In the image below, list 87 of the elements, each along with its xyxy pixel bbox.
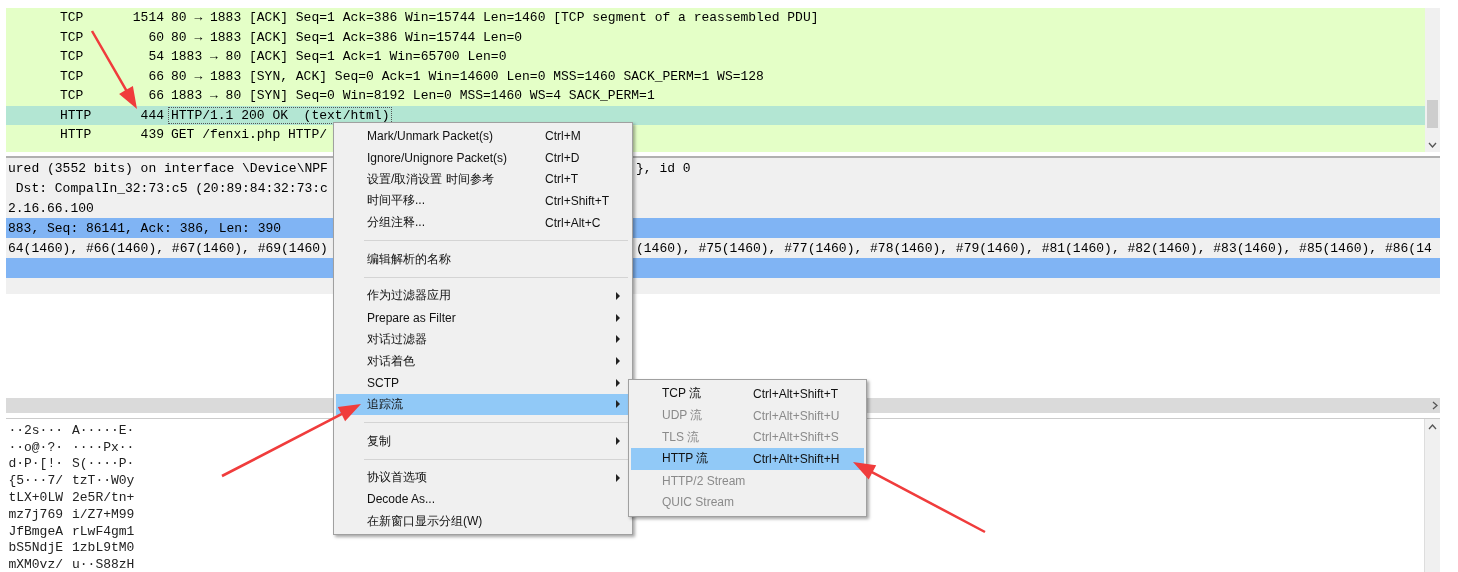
info-cell-text: 80 → 1883 [SYN, ACK] Seq=0 Ack=1 Win=14600 Len=0 MSS=1460 SACK_PERM=1 WS=128 <box>170 67 765 85</box>
length-cell-text: 60 <box>147 29 164 45</box>
menu-item-label: 协议首选项 <box>367 469 427 487</box>
protocol-cell-text: TCP <box>59 29 85 45</box>
info-cell-text: GET /fenxi.php HTTP/ <box>170 126 329 144</box>
caret-down-icon[interactable] <box>1428 142 1437 148</box>
shortcut-text: Ctrl+Alt+Shift+U <box>753 408 840 423</box>
menu-item-label: 对话过滤器 <box>367 330 427 348</box>
ascii-text: 2e5R/tn+ <box>72 490 135 506</box>
menu-item-label: SCTP <box>367 375 399 390</box>
menu-item[interactable]: Decode As... <box>336 488 630 511</box>
menu-item-label: QUIC Stream <box>662 495 734 510</box>
protocol-cell-text: TCP <box>59 88 85 104</box>
detail-text: (1460), #75(1460), #77(1460), #78(1460), #79(1460), #81(1460), #82(1460), #83(1460), #85(1460), #86(14 <box>636 240 1432 256</box>
menu-item[interactable]: SCTP <box>336 371 630 394</box>
menu-item[interactable]: Mark/Unmark Packet(s) Ctrl+M <box>336 125 630 147</box>
menu-item[interactable]: 作为过滤器应用 <box>336 285 630 307</box>
info-cell-text: 1883 → 80 [SYN] Seq=0 Win=8192 Len=0 MSS=1460 WS=4 SACK_PERM=1 <box>170 87 656 105</box>
detail-text: 64(1460), #66(1460), #67(1460), #69(1460) <box>8 240 328 256</box>
shortcut-text: Ctrl+Alt+Shift+S <box>753 430 839 445</box>
menu-item-label: 在新窗口显示分组(W) <box>367 512 483 530</box>
ascii-text: bS5NdjE <box>7 540 63 556</box>
menu-item[interactable]: 追踪流 <box>336 393 630 416</box>
protocol-cell-text: TCP <box>59 68 85 84</box>
length-cell-text: 444 <box>139 107 164 123</box>
ascii-text: d·P·[!· <box>7 456 63 472</box>
caret-right-icon[interactable] <box>1432 401 1438 410</box>
menu-item-label: TCP 流 <box>662 385 702 403</box>
ascii-text: tLX+0LW <box>7 490 63 506</box>
ascii-text: {5···7/ <box>7 473 63 489</box>
length-cell-text: 54 <box>147 49 164 65</box>
ascii-text: A·····E· <box>72 422 135 438</box>
ascii-text: ··o@·?· <box>7 439 63 455</box>
scrollbar-thumb[interactable] <box>1427 100 1438 128</box>
length-cell-text: 439 <box>139 127 164 143</box>
detail-text: 883, Seq: 86141, Ack: 386, Len: 390 <box>8 220 282 236</box>
ascii-text: u··S88zH <box>72 557 135 572</box>
protocol-cell-text: HTTP <box>59 107 93 123</box>
detail-text: Dst: CompalIn_32:73:c5 (20:89:84:32:73:c <box>14 180 328 196</box>
detail-text: 2.16.66.100 <box>8 200 94 216</box>
ascii-text: mXM0vz/ <box>7 557 63 572</box>
detail-text: ured (3552 bits) on interface \Device\NPF <box>8 160 328 176</box>
ascii-text: mz7j769 <box>7 506 63 522</box>
info-cell-text: 80 → 1883 [ACK] Seq=1 Ack=386 Win=15744 Len=1460 [TCP segment of a reassembled PDU] <box>170 9 820 27</box>
menu-item-label: Decode As... <box>367 492 436 507</box>
menu-item[interactable]: 复制 <box>336 430 630 452</box>
menu-item-label: Prepare as Filter <box>367 310 456 325</box>
ascii-text: i/Z7+M99 <box>72 506 135 522</box>
menu-item[interactable]: TCP 流 Ctrl+Alt+Shift+T <box>631 383 864 405</box>
shortcut-text: Ctrl+M <box>545 128 581 143</box>
shortcut-text: Ctrl+Alt+C <box>545 215 601 230</box>
menu-item[interactable]: 协议首选项 <box>336 466 630 489</box>
ascii-text: JfBmgeA <box>7 523 63 539</box>
protocol-cell-text: TCP <box>59 10 85 26</box>
scrollbar[interactable] <box>1425 8 1440 152</box>
shortcut-text: Ctrl+Alt+Shift+H <box>753 451 840 466</box>
protocol-cell-text: HTTP <box>59 127 93 143</box>
menu-item-label: 追踪流 <box>367 395 403 413</box>
ascii-text: rLwF4gm1 <box>72 523 135 539</box>
menu-item[interactable]: Prepare as Filter <box>336 306 630 329</box>
info-cell-text: 1883 → 80 [ACK] Seq=1 Ack=1 Win=65700 Len=0 <box>170 48 508 66</box>
length-cell-text: 1514 <box>131 10 164 26</box>
menu-item-label: 作为过滤器应用 <box>367 287 451 305</box>
menu-item-label: HTTP 流 <box>662 450 709 468</box>
menu-item[interactable]: HTTP 流 Ctrl+Alt+Shift+H <box>631 448 864 470</box>
menu-item-label: 对话着色 <box>367 352 415 370</box>
menu-item[interactable]: 对话过滤器 <box>336 328 630 351</box>
ascii-text: 1zbL9tM0 <box>72 540 135 556</box>
ascii-text: ··2s··· <box>7 422 63 438</box>
ascii-text: ····Px·· <box>72 439 135 455</box>
length-cell-text: 66 <box>147 68 164 84</box>
detail-text: }, id 0 <box>636 160 691 176</box>
menu-item-label: HTTP/2 Stream <box>662 473 746 488</box>
menu-item[interactable]: 对话着色 <box>336 350 630 372</box>
menu-item-label: UDP 流 <box>662 407 703 425</box>
length-cell-text: 66 <box>147 88 164 104</box>
menu-item-label: 复制 <box>367 432 391 450</box>
caret-up-icon[interactable] <box>1428 424 1437 430</box>
ascii-text: tzT··W0y <box>72 473 135 489</box>
scrollbar[interactable] <box>1424 419 1440 572</box>
menu-item-label: Mark/Unmark Packet(s) <box>367 128 494 143</box>
menu-item-label: TLS 流 <box>662 428 700 446</box>
menu-item[interactable]: 在新窗口显示分组(W) <box>336 510 630 532</box>
shortcut-text: Ctrl+Alt+Shift+T <box>753 386 839 401</box>
protocol-cell-text: TCP <box>59 49 85 65</box>
info-cell-text: 80 → 1883 [ACK] Seq=1 Ack=386 Win=15744 Len=0 <box>170 28 524 46</box>
ascii-text: S(····P· <box>72 456 135 472</box>
